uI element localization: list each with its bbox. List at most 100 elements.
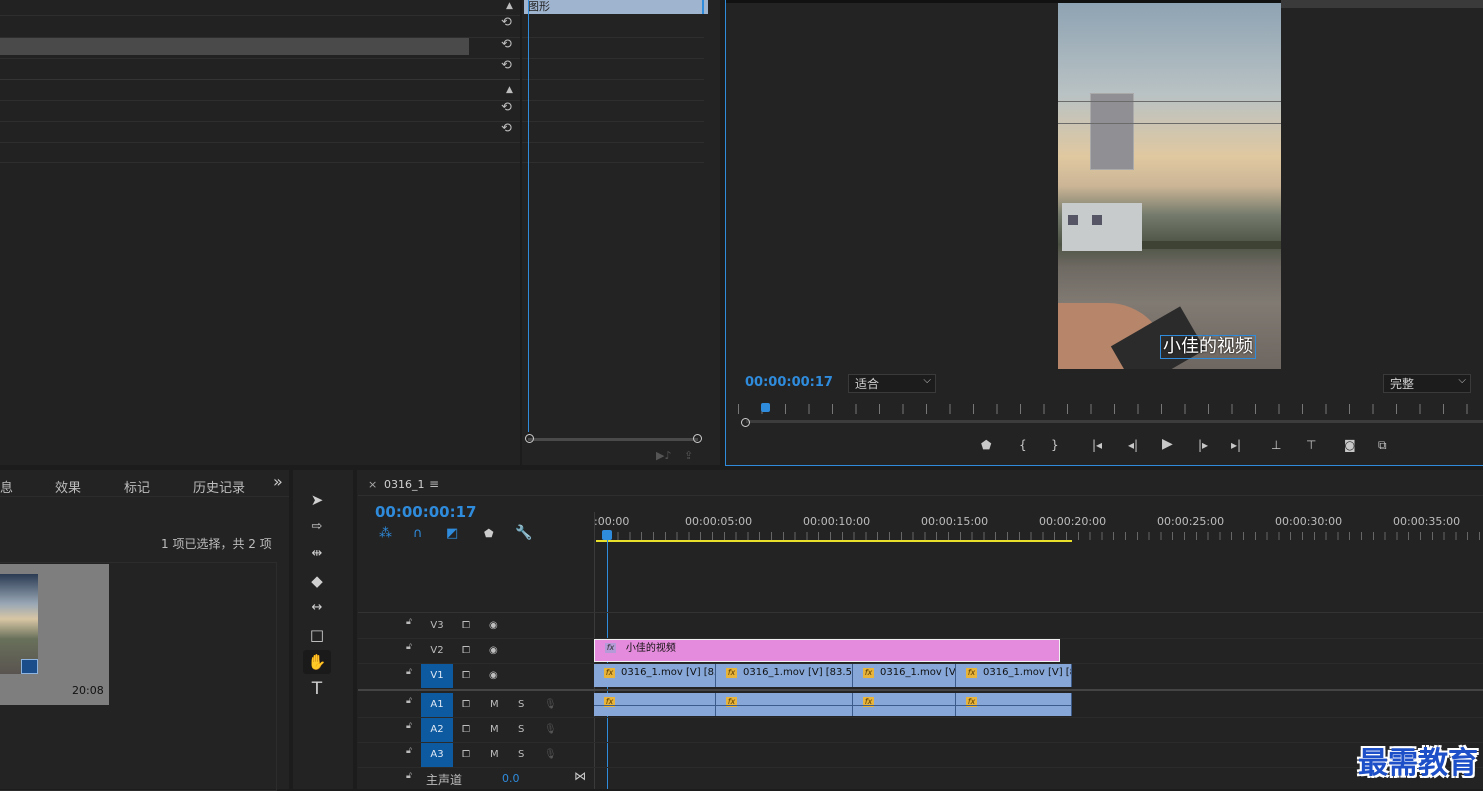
playhead-line[interactable] — [528, 0, 529, 432]
caption-text[interactable]: 小佳的视频 — [1160, 335, 1256, 359]
microphone-icon[interactable]: 🎙︎ — [544, 699, 557, 710]
lock-icon[interactable]: 🔓︎ — [406, 667, 414, 677]
opacity-slider[interactable] — [0, 38, 469, 55]
work-area-bar[interactable] — [596, 540, 1072, 542]
track-v3[interactable]: 🔓︎ V3 ⧠ ◉ — [358, 614, 594, 638]
track-v2[interactable]: 🔓︎ V2 ⧠ ◉ — [358, 639, 594, 663]
triangle-up-icon[interactable]: ▲ — [506, 85, 513, 95]
out-point-icon[interactable]: } — [1051, 438, 1059, 452]
monitor-ruler[interactable] — [738, 404, 1483, 414]
toggle-sync-icon[interactable]: ⧠ — [462, 699, 470, 710]
eye-icon[interactable]: ◉ — [489, 620, 498, 631]
solo-button[interactable]: S — [518, 749, 524, 760]
lock-icon[interactable]: 🔓︎ — [406, 642, 414, 652]
mute-button[interactable]: M — [490, 724, 499, 735]
mute-button[interactable]: M — [490, 699, 499, 710]
play-audio-icon[interactable]: ▶♪ — [656, 449, 671, 462]
playhead-icon[interactable] — [761, 403, 770, 412]
lock-icon[interactable]: 🔓︎ — [406, 617, 414, 627]
reset-icon[interactable]: ⟲ — [501, 15, 512, 30]
hand-tool-icon[interactable]: ✋ — [303, 650, 331, 674]
extract-icon[interactable]: ⊤ — [1306, 438, 1316, 452]
snap-icon[interactable]: ∩ — [413, 526, 423, 541]
tab-effects[interactable]: 效果 — [55, 477, 81, 496]
lock-icon[interactable]: 🔓︎ — [406, 746, 414, 756]
program-timecode[interactable]: 00:00:00:17 — [745, 375, 833, 390]
close-sequence-button[interactable]: × — [368, 478, 377, 491]
graphic-clip-bar[interactable]: 图形 — [524, 0, 708, 14]
monitor-scrollbar[interactable] — [746, 420, 1483, 423]
toggle-sync-icon[interactable]: ⧠ — [462, 724, 470, 735]
eye-icon[interactable]: ◉ — [489, 670, 498, 681]
lock-icon[interactable]: 🔓︎ — [406, 771, 414, 781]
master-volume[interactable]: 0.0 — [502, 772, 520, 785]
toggle-sync-icon[interactable]: ⧠ — [462, 645, 470, 656]
video-clip[interactable]: fx 0316_1.mov [V] [83.55%] — [716, 664, 853, 687]
panel-overflow-icon[interactable]: » — [273, 472, 283, 491]
ripple-edit-tool-icon[interactable]: ⇹ — [303, 542, 331, 566]
export-icon[interactable]: ⇪ — [684, 449, 693, 462]
track-a3[interactable]: 🔓︎ A3 ⧠ M S 🎙︎ — [358, 743, 594, 767]
zoom-select[interactable]: 适合 ⌵ — [848, 374, 936, 393]
panel-menu-icon[interactable]: ≡ — [429, 477, 439, 491]
go-to-in-icon[interactable]: |◂ — [1092, 438, 1102, 452]
camera-icon[interactable]: ◙ — [1344, 438, 1356, 452]
wrench-icon[interactable]: 🔧 — [515, 525, 532, 541]
solo-button[interactable]: S — [518, 699, 524, 710]
timeline-ruler[interactable] — [594, 532, 1483, 540]
track-master[interactable]: 🔓︎ 主声道 0.0 ⋈ — [358, 768, 594, 789]
toggle-sync-icon[interactable]: ⧠ — [462, 620, 470, 631]
track-a1[interactable]: 🔓︎ A1 ⧠ M S 🎙︎ — [358, 693, 594, 717]
lock-icon[interactable]: 🔓︎ — [406, 721, 414, 731]
reset-icon[interactable]: ⟲ — [501, 37, 512, 52]
reset-icon[interactable]: ⟲ — [501, 58, 512, 73]
quality-select[interactable]: 完整 ⌵ — [1383, 374, 1471, 393]
video-clip[interactable]: fx 0316_1.mov [V] [83. — [956, 664, 1072, 687]
microphone-icon[interactable]: 🎙︎ — [544, 724, 557, 735]
mute-button[interactable]: M — [490, 749, 499, 760]
audio-clip[interactable]: fx — [594, 693, 716, 716]
timeline-timecode[interactable]: 00:00:00:17 — [375, 503, 477, 521]
microphone-icon[interactable]: 🎙︎ — [544, 749, 557, 760]
sequence-tab[interactable]: 0316_1 — [384, 478, 425, 491]
track-v1[interactable]: 🔓︎ V1 ⧠ ◉ — [358, 664, 594, 688]
step-forward-icon[interactable]: |▸ — [1198, 438, 1208, 452]
reset-icon[interactable]: ⟲ — [501, 121, 512, 136]
video-frame[interactable]: 小佳的视频 — [1058, 3, 1281, 369]
slip-tool-icon[interactable]: ↔ — [303, 596, 331, 620]
tab-history[interactable]: 历史记录 — [193, 477, 245, 496]
in-point-icon[interactable]: { — [1019, 438, 1027, 452]
play-icon[interactable]: ▶ — [1162, 436, 1173, 452]
gray-rectangle-graphic[interactable] — [1090, 93, 1134, 170]
rectangle-tool-icon[interactable]: □ — [303, 623, 331, 647]
track-a2[interactable]: 🔓︎ A2 ⧠ M S 🎙︎ — [358, 718, 594, 742]
audio-clip[interactable]: fx — [853, 693, 956, 716]
eye-icon[interactable]: ◉ — [489, 645, 498, 656]
track-select-tool-icon[interactable]: ⇨ — [303, 515, 331, 539]
solo-button[interactable]: S — [518, 724, 524, 735]
nest-icon[interactable]: ⁂ — [379, 526, 392, 541]
linked-selection-icon[interactable]: ◩ — [446, 526, 458, 541]
toggle-sync-icon[interactable]: ⧠ — [462, 749, 470, 760]
marker-icon[interactable]: ⬟ — [981, 438, 991, 452]
tab-markers[interactable]: 标记 — [124, 477, 150, 496]
video-clip[interactable]: fx 0316_1.mov [V] [ — [853, 664, 956, 687]
selection-tool-icon[interactable]: ➤ — [303, 488, 331, 512]
video-clip[interactable]: fx 0316_1.mov [V] [83.5 — [594, 664, 716, 687]
lock-icon[interactable]: 🔓︎ — [406, 696, 414, 706]
audio-clip[interactable]: fx — [956, 693, 1072, 716]
type-tool-icon[interactable]: T — [303, 677, 331, 701]
razor-tool-icon[interactable]: ◆ — [303, 569, 331, 593]
compare-icon[interactable]: ⧉ — [1378, 438, 1387, 453]
triangle-up-icon[interactable]: ▲ — [506, 1, 513, 11]
lift-icon[interactable]: ⊥ — [1271, 438, 1281, 452]
go-to-out-icon[interactable]: ▸| — [1231, 438, 1241, 452]
bowtie-icon[interactable]: ⋈ — [574, 769, 586, 783]
media-thumbnail[interactable]: 20:08 — [0, 564, 109, 705]
zoom-scrollbar[interactable] — [528, 438, 698, 441]
graphic-clip[interactable]: fx 小佳的视频 — [594, 639, 1060, 662]
toggle-sync-icon[interactable]: ⧠ — [462, 670, 470, 681]
step-back-icon[interactable]: ◂| — [1128, 438, 1138, 452]
reset-icon[interactable]: ⟲ — [501, 100, 512, 115]
tab-info[interactable]: 息 — [0, 477, 13, 496]
